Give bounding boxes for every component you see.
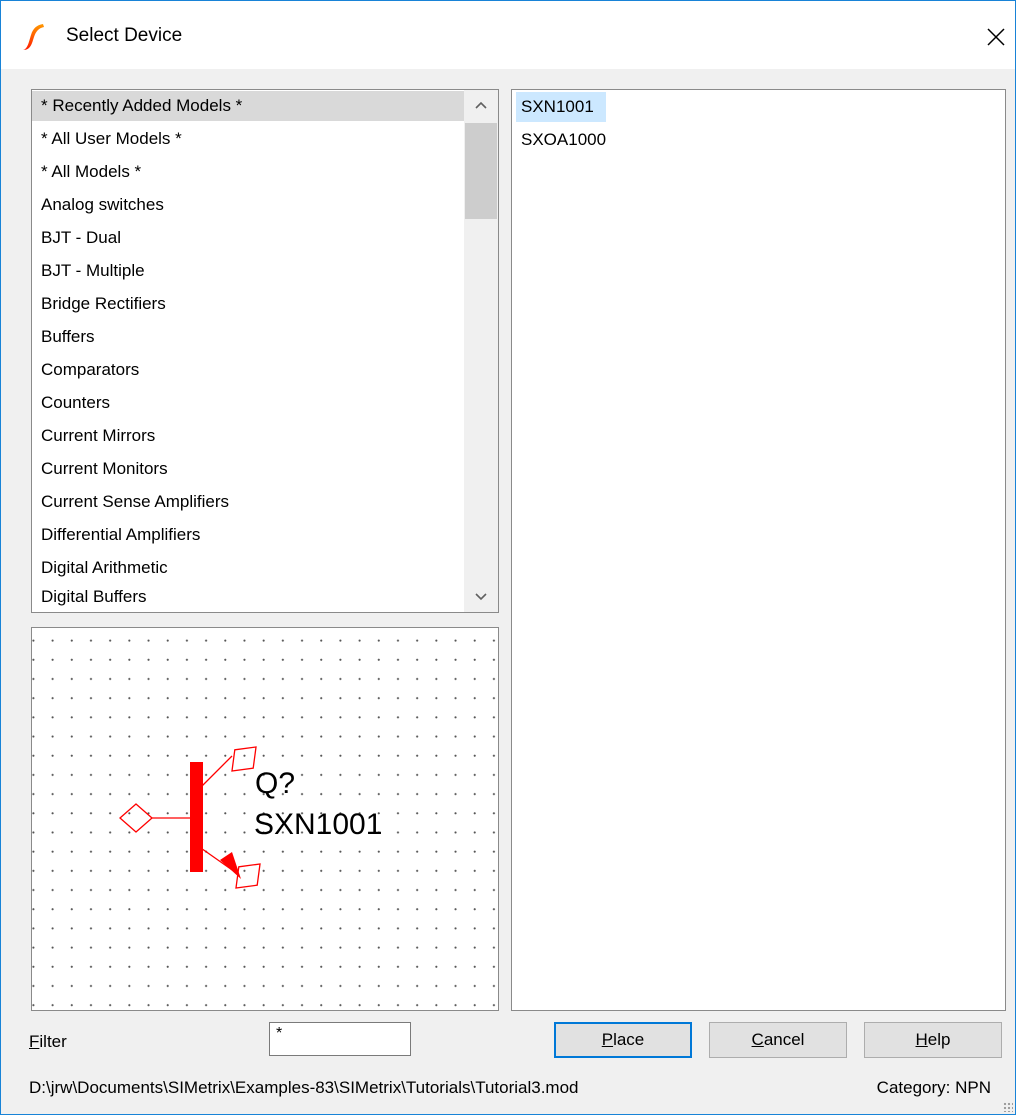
device-list[interactable]: SXN1001 SXOA1000 <box>511 89 1006 1011</box>
list-item[interactable]: BJT - Dual <box>32 223 121 253</box>
list-item[interactable]: SXOA1000 <box>516 125 618 155</box>
symbol-model-label: SXN1001 <box>254 808 382 841</box>
symbol-preview: Q? SXN1001 <box>31 627 499 1011</box>
list-item[interactable]: Differential Amplifiers <box>32 520 200 550</box>
close-button[interactable] <box>977 19 1015 55</box>
scroll-up-button[interactable] <box>464 90 498 120</box>
resize-grip[interactable] <box>1003 1102 1013 1112</box>
category-scrollbar[interactable] <box>464 90 498 612</box>
select-device-dialog: Select Device * Recently Added Models * … <box>0 0 1016 1115</box>
list-item[interactable]: Current Mirrors <box>32 421 155 451</box>
category-list[interactable]: * Recently Added Models * * All User Mod… <box>31 89 499 613</box>
list-item[interactable]: * All Models * <box>32 157 141 187</box>
close-icon <box>987 28 1005 46</box>
emitter-arrow-icon <box>220 852 241 879</box>
help-button[interactable]: Help <box>864 1022 1002 1058</box>
list-item[interactable]: Current Sense Amplifiers <box>32 487 229 517</box>
list-item[interactable]: Counters <box>32 388 110 418</box>
symbol-ref-label: Q? <box>255 767 295 800</box>
chevron-up-icon <box>475 101 487 109</box>
base-pin-icon <box>119 803 153 833</box>
filter-label: Filter <box>29 1032 67 1051</box>
list-item[interactable]: BJT - Multiple <box>32 256 145 286</box>
npn-transistor-symbol: Q? SXN1001 <box>119 746 382 889</box>
list-item[interactable]: Digital Buffers <box>32 582 147 612</box>
window-title: Select Device <box>66 25 183 46</box>
place-button[interactable]: Place <box>554 1022 692 1058</box>
transistor-base-bar <box>190 762 203 872</box>
scroll-down-button[interactable] <box>464 582 498 612</box>
list-item[interactable]: Current Monitors <box>32 454 168 484</box>
list-item[interactable]: Digital Arithmetic <box>32 553 168 583</box>
chevron-down-icon <box>475 593 487 601</box>
cancel-button[interactable]: Cancel <box>709 1022 847 1058</box>
list-item[interactable]: Analog switches <box>32 190 164 220</box>
list-item[interactable]: * Recently Added Models * <box>32 91 464 121</box>
title-bar[interactable]: Select Device <box>1 1 1015 69</box>
list-item[interactable]: Buffers <box>32 322 95 352</box>
list-item[interactable]: SXN1001 <box>516 92 606 122</box>
scroll-thumb[interactable] <box>465 123 497 219</box>
simetrix-logo-icon <box>23 24 44 50</box>
category-status: Category: NPN <box>876 1078 991 1097</box>
filter-input[interactable] <box>269 1022 411 1056</box>
list-item[interactable]: * All User Models * <box>32 124 182 154</box>
list-item[interactable]: Comparators <box>32 355 139 385</box>
model-file-path: D:\jrw\Documents\SIMetrix\Examples-83\SI… <box>29 1078 579 1097</box>
list-item[interactable]: Bridge Rectifiers <box>32 289 166 319</box>
